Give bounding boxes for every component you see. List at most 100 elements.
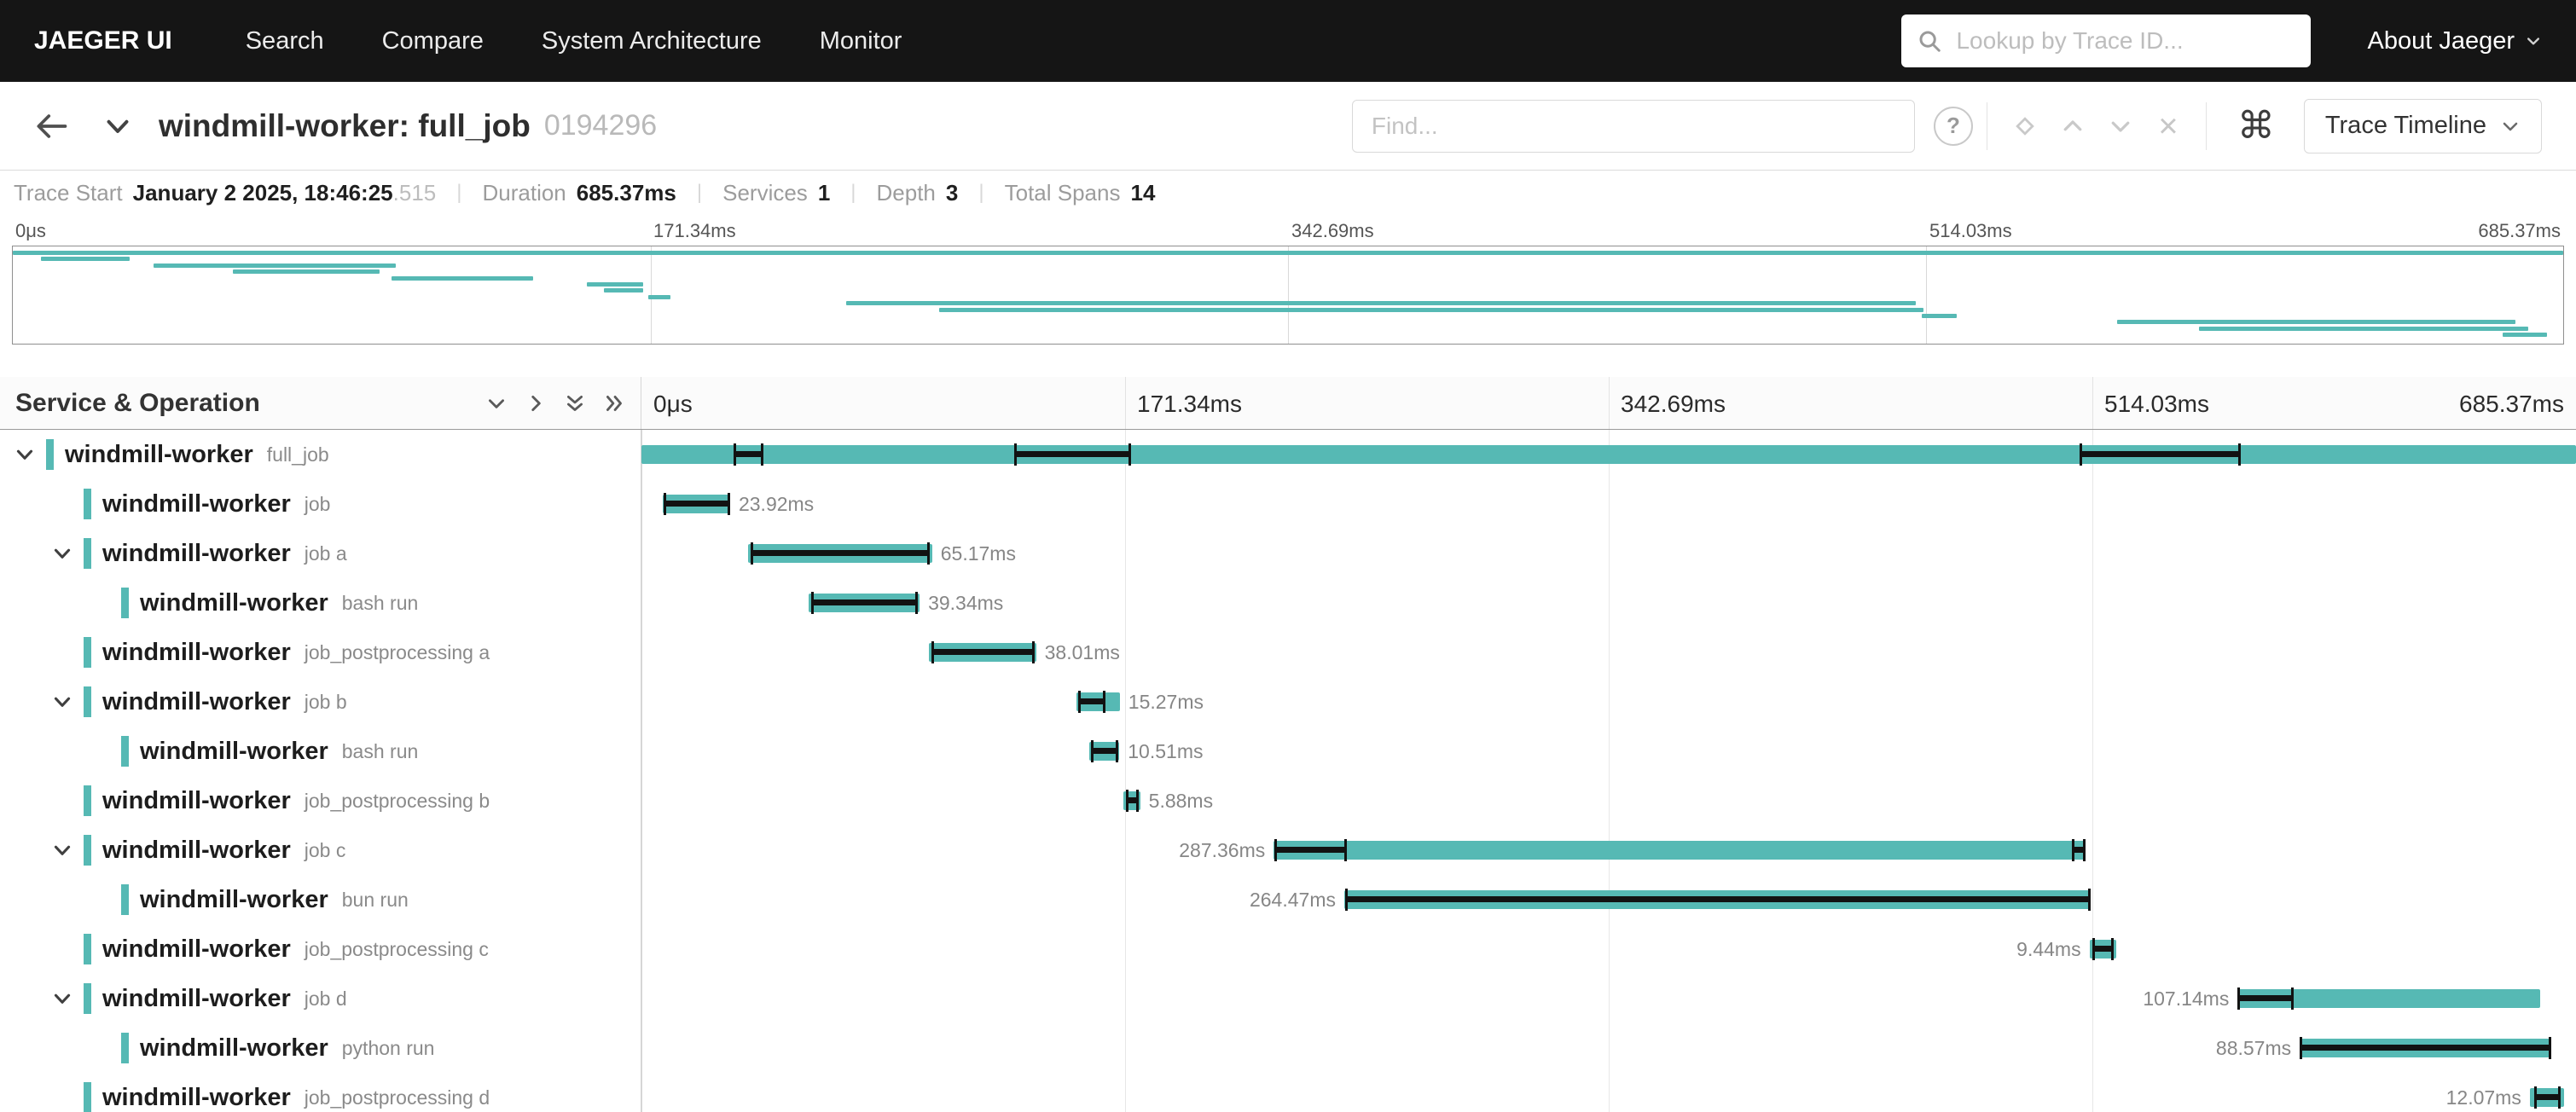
service-color-swatch — [121, 1033, 129, 1063]
collapse-one-level-button[interactable] — [516, 384, 555, 423]
collapse-all-button[interactable] — [595, 384, 634, 423]
span-bar[interactable] — [809, 594, 920, 612]
span-row[interactable]: windmill-workerjob23.92ms — [0, 479, 2576, 529]
service-name: windmill-worker — [102, 837, 291, 865]
prev-result-button[interactable] — [2049, 102, 2097, 150]
span-row[interactable]: windmill-workerjob_postprocessing b5.88m… — [0, 776, 2576, 825]
span-row[interactable]: windmill-workerbash run10.51ms — [0, 727, 2576, 776]
trace-lookup-input[interactable] — [1954, 26, 2295, 55]
span-duration-label: 12.07ms — [2446, 1073, 2521, 1112]
summary-value: 14 — [1130, 180, 1155, 206]
span-row[interactable]: windmill-workerjob_postprocessing c9.44m… — [0, 924, 2576, 974]
trace-minimap: 0μs171.34ms342.69ms514.03ms685.37ms — [12, 215, 2564, 345]
span-row[interactable]: windmill-workerjob b15.27ms — [0, 677, 2576, 727]
critical-path-cap — [2549, 1037, 2551, 1059]
span-bar[interactable] — [663, 495, 730, 513]
critical-path-cap — [2111, 938, 2114, 960]
span-bar[interactable] — [1344, 890, 2091, 909]
service-color-swatch — [84, 637, 91, 668]
span-bar[interactable] — [1273, 841, 2085, 860]
span-row-left: windmill-workerjob_postprocessing a — [0, 628, 641, 677]
critical-path-segment — [1015, 451, 1129, 457]
nav-item-compare[interactable]: Compare — [382, 27, 484, 55]
span-bar[interactable] — [2090, 940, 2116, 959]
span-row[interactable]: windmill-workerjob d107.14ms — [0, 974, 2576, 1023]
about-jaeger-menu[interactable]: About Jaeger — [2367, 27, 2542, 55]
minimap-span-bar — [648, 295, 670, 299]
span-row-timeline: 88.57ms — [641, 1023, 2576, 1073]
span-bar[interactable] — [748, 544, 932, 563]
span-row[interactable]: windmill-workerjob a65.17ms — [0, 529, 2576, 578]
find-help-button[interactable]: ? — [1934, 107, 1973, 146]
collapse-trace-detail-button[interactable] — [102, 111, 133, 142]
focus-span-button[interactable] — [2001, 102, 2049, 150]
minimap-span-bar — [2503, 333, 2548, 337]
app-brand[interactable]: JAEGER UI — [34, 26, 172, 55]
critical-path-segment — [932, 649, 1033, 655]
span-row-left: windmill-workerjob c — [0, 825, 641, 875]
critical-path-segment — [1275, 847, 1345, 853]
span-row[interactable]: windmill-workerjob_postprocessing a 38.01… — [0, 628, 2576, 677]
minimap-canvas[interactable] — [12, 246, 2564, 345]
span-row[interactable]: windmill-workerbun run264.47ms — [0, 875, 2576, 924]
tick-label: 342.69ms — [1621, 391, 1726, 418]
critical-path-segment — [2300, 1045, 2550, 1051]
span-bar[interactable] — [929, 643, 1036, 662]
span-bar[interactable] — [641, 445, 2576, 464]
critical-path-cap — [2558, 1086, 2561, 1109]
next-result-button[interactable] — [2097, 102, 2144, 150]
span-bar[interactable] — [1089, 742, 1119, 761]
service-color-swatch — [84, 489, 91, 519]
trace-view-selector[interactable]: Trace Timeline — [2304, 99, 2542, 153]
span-duration-label: 38.01ms — [1045, 628, 1120, 677]
service-name: windmill-worker — [102, 935, 291, 964]
row-expander[interactable] — [51, 691, 84, 713]
span-row-left: windmill-workerjob a — [0, 529, 641, 578]
nav-item-monitor[interactable]: Monitor — [820, 27, 902, 55]
expand-all-button[interactable] — [555, 384, 595, 423]
service-color-swatch — [121, 884, 129, 915]
row-expander[interactable] — [51, 542, 84, 565]
span-row[interactable]: windmill-workerpython run88.57ms — [0, 1023, 2576, 1073]
trace-title: windmill-worker: full_job — [159, 108, 531, 144]
keyboard-shortcuts-button[interactable]: ⌘ — [2237, 107, 2275, 145]
span-row[interactable]: windmill-workerfull_job — [0, 430, 2576, 479]
trace-lookup-box[interactable] — [1901, 14, 2311, 67]
diamond-icon — [2012, 113, 2038, 139]
tick-label: 685.37ms — [2459, 391, 2564, 418]
row-expander[interactable] — [14, 443, 46, 466]
minimap-span-bar — [587, 282, 644, 287]
chevron-down-icon — [2500, 116, 2521, 136]
tick-label: 685.37ms — [2478, 220, 2561, 242]
back-button[interactable] — [32, 107, 70, 145]
find-input[interactable] — [1370, 112, 1897, 141]
service-operation-header: Service & Operation — [0, 377, 641, 429]
find-box[interactable] — [1352, 100, 1915, 153]
span-row[interactable]: windmill-workerbash run39.34ms — [0, 578, 2576, 628]
span-bar[interactable] — [2237, 989, 2540, 1008]
tick-label: 171.34ms — [1137, 391, 1242, 418]
nav-item-system-architecture[interactable]: System Architecture — [542, 27, 762, 55]
span-row-left: windmill-workerbash run — [0, 727, 641, 776]
critical-path-cap — [1014, 443, 1017, 466]
span-row-timeline: 65.17ms — [641, 529, 2576, 578]
nav-item-search[interactable]: Search — [246, 27, 324, 55]
row-expander[interactable] — [51, 987, 84, 1010]
span-bar[interactable] — [2530, 1088, 2564, 1107]
span-duration-label: 15.27ms — [1128, 677, 1204, 727]
critical-path-cap — [734, 443, 736, 466]
span-row-timeline: 12.07ms — [641, 1073, 2576, 1112]
operation-name: job_postprocessing d — [305, 1086, 490, 1109]
span-bar[interactable] — [2300, 1039, 2550, 1057]
operation-name: job a — [305, 542, 347, 565]
span-row[interactable]: windmill-workerjob c287.36ms — [0, 825, 2576, 875]
row-expander[interactable] — [51, 839, 84, 861]
expand-one-level-button[interactable] — [477, 384, 516, 423]
span-row-left: windmill-workerpython run — [0, 1023, 641, 1073]
span-bar[interactable] — [1076, 692, 1120, 711]
clear-search-button[interactable]: × — [2144, 102, 2192, 150]
span-bar[interactable] — [1123, 791, 1140, 810]
minimap-span-bar — [233, 269, 380, 274]
service-name: windmill-worker — [102, 1084, 291, 1112]
span-row[interactable]: windmill-worker job_postprocessing d 12.07… — [0, 1073, 2576, 1112]
